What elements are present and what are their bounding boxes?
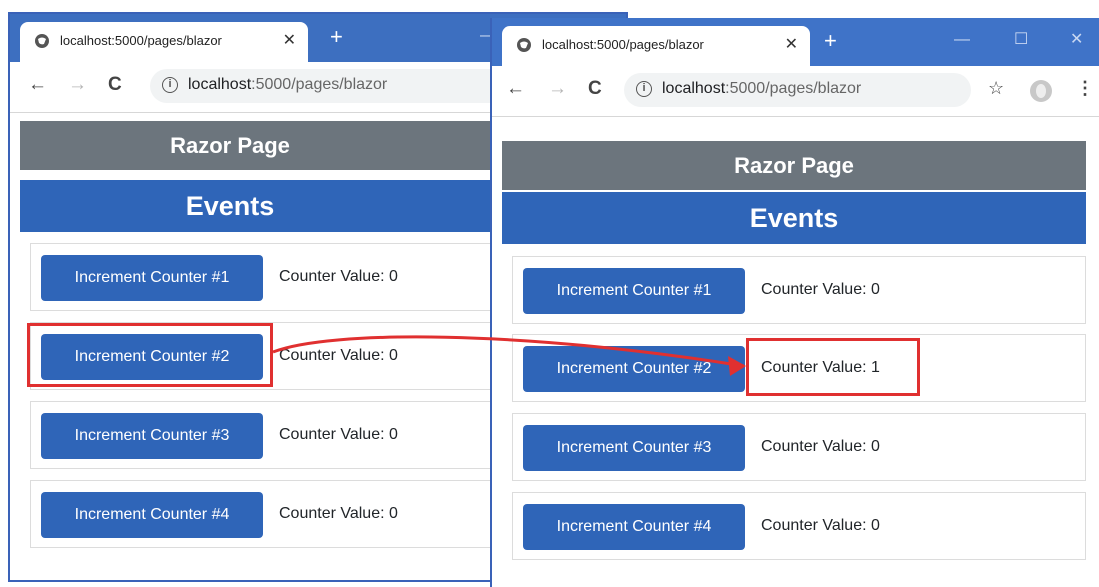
highlight-box-right [746,338,920,396]
counter-value-3: Counter Value: 0 [279,426,398,443]
url-text: localhost:5000/pages/blazor [188,76,388,93]
section-heading: Events [502,192,1086,244]
counter-value-4: Counter Value: 0 [761,517,880,534]
browser-tab[interactable]: localhost:5000/pages/blazor ✕ [502,26,810,66]
counter-value-1: Counter Value: 0 [761,281,880,298]
tab-title: localhost:5000/pages/blazor [60,33,222,48]
info-icon[interactable]: i [162,77,178,93]
increment-counter-3-button[interactable]: Increment Counter #3 [523,425,745,471]
minimize-icon[interactable]: — [954,32,970,48]
window-close-icon[interactable]: ✕ [1070,32,1083,48]
plus-icon[interactable]: + [330,26,343,48]
forward-arrow-icon[interactable]: → [68,75,87,95]
browser-toolbar: ← → C i localhost:5000/pages/blazor ☆ ⋮ [492,66,1099,117]
menu-dots-icon[interactable]: ⋮ [1076,78,1094,98]
title-bar: localhost:5000/pages/blazor ✕ + — ☐ ✕ [492,18,1099,66]
star-icon[interactable]: ☆ [988,78,1004,98]
close-icon[interactable]: ✕ [785,34,798,54]
increment-counter-4-button[interactable]: Increment Counter #4 [41,492,263,538]
increment-counter-2-button[interactable]: Increment Counter #2 [523,346,745,392]
tab-title: localhost:5000/pages/blazor [542,37,704,52]
counter-value-1: Counter Value: 0 [279,268,398,285]
back-arrow-icon[interactable]: ← [28,75,47,95]
url-text: localhost:5000/pages/blazor [662,80,862,97]
increment-counter-3-button[interactable]: Increment Counter #3 [41,413,263,459]
close-icon[interactable]: ✕ [283,30,296,50]
browser-tab[interactable]: localhost:5000/pages/blazor ✕ [20,22,308,62]
browser-window-right: localhost:5000/pages/blazor ✕ + — ☐ ✕ ← … [490,18,1099,587]
counter-row: Increment Counter #1 Counter Value: 0 [512,256,1086,324]
increment-counter-1-button[interactable]: Increment Counter #1 [523,268,745,314]
counter-value-4: Counter Value: 0 [279,505,398,522]
increment-counter-1-button[interactable]: Increment Counter #1 [41,255,263,301]
highlight-box-left [27,323,273,387]
plus-icon[interactable]: + [824,30,837,52]
counter-value-3: Counter Value: 0 [761,438,880,455]
back-arrow-icon[interactable]: ← [506,79,525,99]
forward-arrow-icon[interactable]: → [548,79,567,99]
address-bar[interactable]: i localhost:5000/pages/blazor [624,73,971,107]
counter-row: Increment Counter #4 Counter Value: 0 [512,492,1086,560]
reload-icon[interactable]: C [588,79,602,99]
page-title: Razor Page [502,141,1086,190]
info-icon[interactable]: i [636,81,652,97]
maximize-icon[interactable]: ☐ [1014,32,1028,48]
counter-row: Increment Counter #3 Counter Value: 0 [512,413,1086,481]
avatar-icon[interactable] [1030,80,1052,102]
counter-value-2: Counter Value: 0 [279,347,398,364]
reload-icon[interactable]: C [108,75,122,95]
globe-icon [35,34,49,48]
globe-icon [517,38,531,52]
increment-counter-4-button[interactable]: Increment Counter #4 [523,504,745,550]
